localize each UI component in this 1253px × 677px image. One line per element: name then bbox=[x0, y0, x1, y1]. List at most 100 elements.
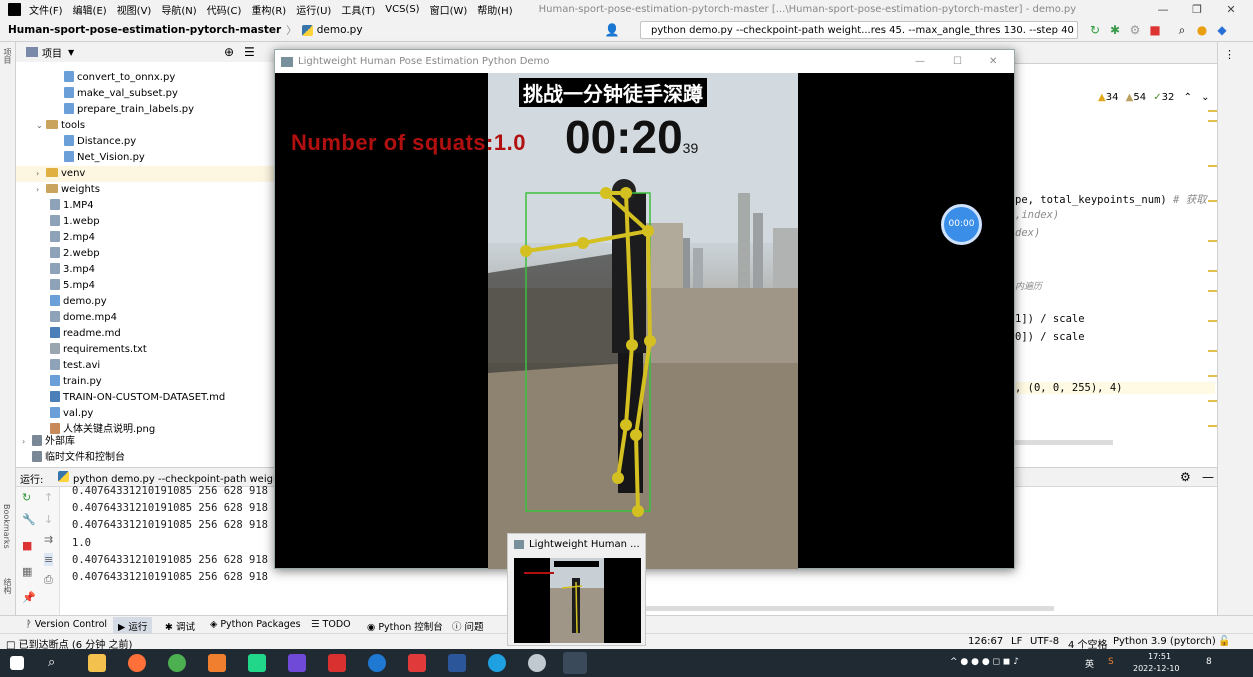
clock-time[interactable]: 17:51 bbox=[1148, 652, 1171, 661]
chevron-up-icon[interactable]: ⌃ bbox=[1184, 92, 1192, 103]
file-encoding[interactable]: UTF-8 bbox=[1030, 636, 1059, 647]
tree-item[interactable]: 5.mp4 bbox=[50, 278, 95, 294]
breadcrumb-file[interactable]: demo.py bbox=[317, 24, 363, 36]
app-icon[interactable] bbox=[288, 654, 306, 672]
pycharm-icon[interactable] bbox=[248, 654, 266, 672]
tree-folder[interactable]: › venv bbox=[16, 166, 274, 182]
more-icon[interactable]: ⋮ bbox=[1224, 48, 1235, 61]
demo-window-titlebar[interactable]: Lightweight Human Pose Estimation Python… bbox=[275, 50, 1014, 73]
close-icon[interactable]: ✕ bbox=[989, 56, 997, 67]
tree-item[interactable]: Net_Vision.py bbox=[64, 150, 145, 166]
tool-python-packages[interactable]: ◈ Python Packages bbox=[210, 619, 301, 630]
tree-item[interactable]: test.avi bbox=[50, 358, 100, 374]
run-configuration-select[interactable]: python demo.py --checkpoint-path weight.… bbox=[640, 21, 1078, 39]
chevron-right-icon[interactable]: › bbox=[22, 434, 32, 450]
tree-folder[interactable]: ⌄ tools bbox=[36, 118, 85, 134]
tree-item[interactable]: train.py bbox=[50, 374, 102, 390]
tree-item[interactable]: 3.mp4 bbox=[50, 262, 95, 278]
tree-item[interactable]: demo.py bbox=[50, 294, 107, 310]
tree-item[interactable]: 1.webp bbox=[50, 214, 100, 230]
structure-tool-tab[interactable]: 结构 bbox=[2, 578, 13, 594]
tool-debug[interactable]: ✱ 调试 bbox=[165, 619, 195, 633]
menu-refactor[interactable]: 重构(R) bbox=[251, 2, 286, 17]
word-icon[interactable] bbox=[448, 654, 466, 672]
tool-todo[interactable]: ☰ TODO bbox=[311, 619, 351, 630]
menu-file[interactable]: 文件(F) bbox=[29, 2, 63, 17]
jetbrains-icon[interactable]: ◆ bbox=[1214, 22, 1230, 38]
restore-icon[interactable]: ❐ bbox=[1180, 0, 1214, 19]
project-panel-title[interactable]: 项目 bbox=[42, 45, 62, 60]
tree-item[interactable]: dome.mp4 bbox=[50, 310, 117, 326]
edge-icon[interactable] bbox=[488, 654, 506, 672]
firefox-icon[interactable] bbox=[128, 654, 146, 672]
line-separator[interactable]: LF bbox=[1011, 636, 1022, 647]
rerun-icon[interactable]: ↻ bbox=[1087, 22, 1103, 38]
menu-vcs[interactable]: VCS(S) bbox=[385, 4, 419, 15]
chevron-down-icon[interactable]: ⌄ bbox=[1201, 92, 1209, 103]
tree-item[interactable]: 2.webp bbox=[50, 246, 100, 262]
tree-item[interactable]: TRAIN-ON-CUSTOM-DATASET.md bbox=[50, 390, 225, 406]
editor-horizontal-scrollbar[interactable] bbox=[1015, 440, 1113, 445]
rerun-icon[interactable]: ↻ bbox=[22, 491, 31, 504]
user-icon[interactable]: 👤 bbox=[604, 22, 620, 38]
search-icon[interactable]: ⌕ bbox=[1174, 22, 1190, 38]
chevron-right-icon[interactable]: › bbox=[36, 182, 46, 198]
run-tab[interactable]: python demo.py --checkpoint-path weight bbox=[58, 471, 283, 485]
tree-item[interactable]: Distance.py bbox=[64, 134, 136, 150]
gear-icon[interactable]: ⚙ bbox=[1180, 470, 1191, 484]
chrome-icon[interactable] bbox=[168, 654, 186, 672]
update-icon[interactable]: ● bbox=[1194, 22, 1210, 38]
wrench-icon[interactable]: 🔧 bbox=[22, 513, 36, 526]
app-icon[interactable] bbox=[528, 654, 546, 672]
tree-folder[interactable]: › weights bbox=[36, 182, 100, 198]
matlab-icon[interactable] bbox=[208, 654, 226, 672]
menu-tools[interactable]: 工具(T) bbox=[341, 2, 375, 17]
chevron-right-icon[interactable]: › bbox=[36, 166, 46, 182]
tree-item[interactable]: convert_to_onnx.py bbox=[64, 70, 175, 86]
pdf-icon[interactable] bbox=[408, 654, 426, 672]
pycharm-logo-icon[interactable] bbox=[8, 3, 21, 16]
app-icon[interactable] bbox=[328, 654, 346, 672]
menu-view[interactable]: 视图(V) bbox=[117, 2, 152, 17]
caret-position[interactable]: 126:67 bbox=[968, 636, 1003, 647]
search-icon[interactable]: ⌕ bbox=[48, 654, 66, 672]
menu-run[interactable]: 运行(U) bbox=[296, 2, 331, 17]
tool-version-control[interactable]: ᚹ Version Control bbox=[26, 619, 107, 630]
breadcrumb-project[interactable]: Human-sport-pose-estimation-pytorch-mast… bbox=[8, 24, 281, 36]
tree-item[interactable]: 1.MP4 bbox=[50, 198, 94, 214]
collapse-all-icon[interactable]: ☰ bbox=[244, 45, 255, 59]
notification-badge[interactable]: 8 bbox=[1206, 657, 1212, 667]
soft-wrap-icon[interactable]: ⇉ bbox=[44, 533, 53, 546]
recording-timer-button[interactable]: 00:00 bbox=[941, 204, 982, 245]
minimize-icon[interactable]: — bbox=[915, 56, 925, 67]
console-scrollbar[interactable] bbox=[640, 606, 1054, 611]
hide-icon[interactable]: — bbox=[1202, 470, 1214, 484]
arrow-up-icon[interactable]: ↑ bbox=[44, 491, 53, 504]
tree-item[interactable]: requirements.txt bbox=[50, 342, 147, 358]
bookmarks-tool-tab[interactable]: Bookmarks bbox=[2, 504, 11, 549]
windows-start-icon[interactable] bbox=[10, 656, 24, 670]
input-language[interactable]: 英 bbox=[1085, 657, 1094, 670]
scroll-to-end-icon[interactable]: ≡ bbox=[44, 553, 54, 566]
tree-item[interactable]: readme.md bbox=[50, 326, 121, 342]
taskbar-thumbnail[interactable]: Lightweight Human ... bbox=[507, 533, 646, 646]
app-icon[interactable] bbox=[368, 654, 386, 672]
minimize-icon[interactable]: — bbox=[1146, 0, 1180, 19]
python-interpreter[interactable]: Python 3.9 (pytorch) bbox=[1113, 636, 1216, 647]
tool-python-console[interactable]: ◉ Python 控制台 bbox=[367, 619, 443, 633]
stop-icon[interactable]: ■ bbox=[22, 539, 32, 552]
file-explorer-icon[interactable] bbox=[88, 654, 106, 672]
menu-edit[interactable]: 编辑(E) bbox=[73, 2, 107, 17]
menu-help[interactable]: 帮助(H) bbox=[477, 2, 512, 17]
maximize-icon[interactable]: ☐ bbox=[953, 56, 962, 67]
pin-icon[interactable]: 📌 bbox=[22, 591, 36, 604]
close-icon[interactable]: ✕ bbox=[1214, 0, 1248, 19]
tree-item[interactable]: 临时文件和控制台 bbox=[32, 450, 125, 466]
clock-date[interactable]: 2022-12-10 bbox=[1133, 664, 1180, 673]
system-tray-icons[interactable]: ^ ● ● ● ◻ ◼ ♪ bbox=[950, 657, 1019, 667]
menu-navigate[interactable]: 导航(N) bbox=[161, 2, 196, 17]
active-window-icon[interactable] bbox=[563, 652, 587, 674]
layout-icon[interactable]: ▦ bbox=[22, 565, 32, 578]
inspection-widget[interactable]: ▲34 ▲54 ✓32 ⌃ ⌄ bbox=[1098, 92, 1210, 103]
tree-item[interactable]: val.py bbox=[50, 406, 93, 422]
